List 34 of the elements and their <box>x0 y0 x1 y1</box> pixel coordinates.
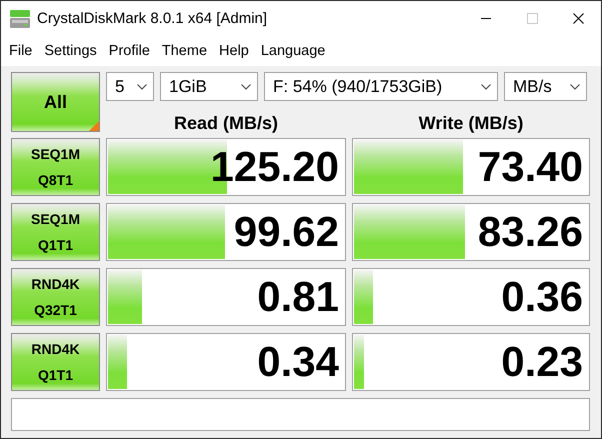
chevron-down-icon <box>137 84 147 90</box>
menu-item[interactable]: Theme <box>156 41 214 61</box>
result-cell: 125.20 <box>106 138 346 196</box>
menu-item[interactable]: Profile <box>102 41 156 61</box>
chevron-down-icon <box>241 84 251 90</box>
result-cell: 0.36 <box>352 268 590 326</box>
unit-dropdown[interactable]: MB/s <box>504 72 587 101</box>
close-icon <box>572 13 584 24</box>
count-dropdown[interactable]: 5 <box>106 72 154 101</box>
app-logo-icon <box>9 8 31 28</box>
drive-dropdown[interactable]: F: 54% (940/1753GiB) <box>264 72 498 101</box>
test-button[interactable]: RND4K Q32T1 <box>11 268 100 326</box>
menu-item[interactable]: Language <box>254 41 332 61</box>
menu-item[interactable]: File <box>3 41 38 61</box>
result-cell: 0.23 <box>352 333 590 391</box>
result-cell: 0.81 <box>106 268 346 326</box>
result-cell: 99.62 <box>106 203 346 261</box>
chevron-down-icon <box>570 84 580 90</box>
all-button[interactable]: All <box>11 72 100 132</box>
chevron-down-icon <box>481 84 491 90</box>
menu-item[interactable]: Settings <box>38 41 103 61</box>
test-button[interactable]: SEQ1M Q1T1 <box>11 203 100 261</box>
column-header: Write (MB/s) <box>418 113 524 133</box>
test-button[interactable]: SEQ1M Q8T1 <box>11 138 100 196</box>
maximize-icon <box>526 13 538 24</box>
size-dropdown[interactable]: 1GiB <box>160 72 258 101</box>
test-button[interactable]: RND4K Q1T1 <box>11 333 100 391</box>
window-title: CrystalDiskMark 8.0.1 x64 [Admin] <box>37 10 268 27</box>
result-cell: 0.34 <box>106 333 346 391</box>
menu-item[interactable]: Help <box>213 41 255 61</box>
result-cell: 83.26 <box>352 203 590 261</box>
corner-triangle-icon <box>89 121 99 131</box>
result-cell: 73.40 <box>352 138 590 196</box>
column-header: Read (MB/s) <box>174 113 278 133</box>
